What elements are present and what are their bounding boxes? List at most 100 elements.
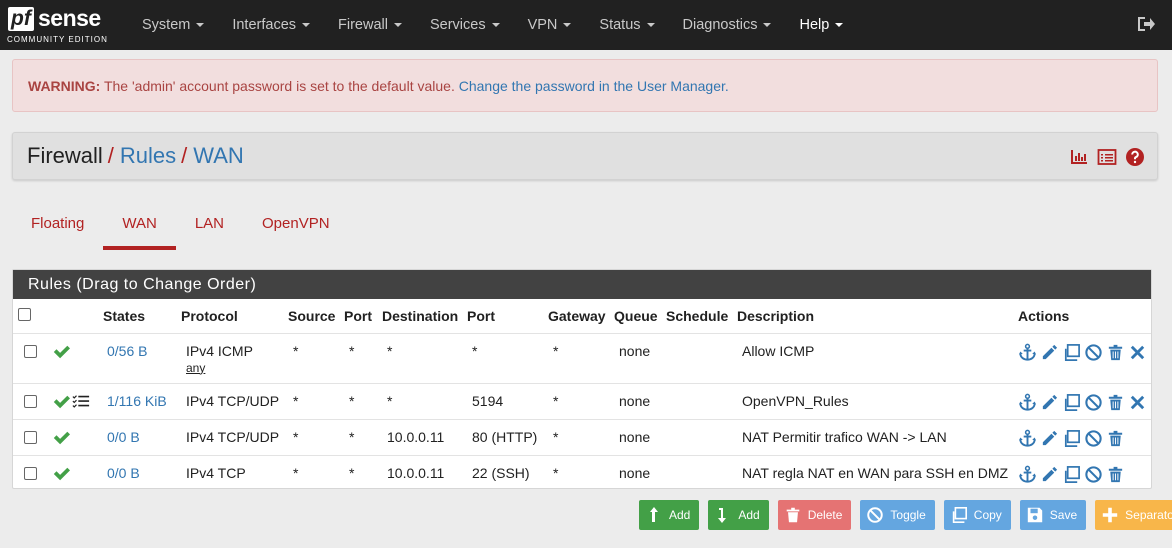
- toggle-button[interactable]: Toggle: [860, 500, 935, 530]
- nav-interfaces[interactable]: Interfaces: [222, 0, 320, 50]
- nav-diagnostics[interactable]: Diagnostics: [673, 0, 782, 50]
- add-rule-top-button[interactable]: Add: [639, 500, 700, 530]
- disable-ban-icon[interactable]: [1084, 393, 1103, 412]
- nav-system[interactable]: System: [132, 0, 214, 50]
- queue-cell: none: [614, 418, 666, 455]
- states-link[interactable]: 0/0 B: [107, 429, 140, 445]
- disable-ban-icon[interactable]: [1084, 465, 1103, 484]
- caret-down-icon: [835, 23, 844, 27]
- anchor-icon[interactable]: [1018, 429, 1037, 448]
- logo-pf: pf: [8, 7, 34, 31]
- delete-trash-icon[interactable]: [1106, 429, 1125, 448]
- col-destination: Destination: [382, 307, 459, 324]
- anchor-icon[interactable]: [1018, 393, 1037, 412]
- panel-title: Rules (Drag to Change Order): [13, 270, 1151, 299]
- anchor-icon[interactable]: [1018, 343, 1037, 362]
- add-rule-bottom-button[interactable]: Add: [708, 500, 769, 530]
- copy-icon[interactable]: [1062, 429, 1081, 448]
- edit-pencil-icon[interactable]: [1040, 393, 1059, 412]
- row-checkbox[interactable]: [24, 430, 37, 444]
- trash-icon: [786, 507, 800, 523]
- col-source: Source: [288, 307, 336, 324]
- tab-openvpn[interactable]: OpenVPN: [243, 205, 349, 246]
- default-password-warning: WARNING: The 'admin' account password is…: [12, 59, 1158, 112]
- caret-down-icon: [302, 23, 311, 27]
- gateway-cell: *: [548, 454, 614, 490]
- tab-floating[interactable]: Floating: [12, 205, 103, 246]
- states-link[interactable]: 0/0 B: [107, 465, 140, 481]
- nav-status[interactable]: Status: [589, 0, 664, 50]
- caret-down-icon: [646, 23, 655, 27]
- breadcrumb-wan[interactable]: WAN: [193, 143, 244, 169]
- tab-lan[interactable]: LAN: [176, 205, 243, 246]
- copy-icon[interactable]: [1062, 393, 1081, 412]
- col-actions: Actions: [1018, 307, 1070, 324]
- help-icon[interactable]: [1125, 147, 1145, 167]
- col-queue: Queue: [614, 307, 658, 324]
- description-cell: OpenVPN_Rules: [737, 382, 1018, 419]
- nav-vpn[interactable]: VPN: [518, 0, 582, 50]
- advanced-options-icon: [72, 394, 90, 408]
- source-cell: *: [288, 418, 344, 455]
- edit-pencil-icon[interactable]: [1040, 429, 1059, 448]
- nav-services[interactable]: Services: [420, 0, 510, 50]
- row-checkbox[interactable]: [24, 394, 37, 408]
- arrow-up-turn-icon: [650, 507, 658, 522]
- caret-down-icon: [491, 23, 500, 27]
- edit-pencil-icon[interactable]: [1040, 465, 1059, 484]
- tab-wan[interactable]: WAN: [103, 205, 177, 250]
- ban-icon: [867, 507, 884, 523]
- rules-panel: Rules (Drag to Change Order) States Prot…: [12, 269, 1152, 490]
- disable-ban-icon[interactable]: [1084, 429, 1103, 448]
- edit-pencil-icon[interactable]: [1040, 343, 1059, 362]
- user-manager-link[interactable]: Change the password in the User Manager.: [459, 78, 729, 94]
- source-port-cell: *: [344, 418, 382, 455]
- bar-chart-icon[interactable]: [1069, 147, 1089, 167]
- source-port-cell: *: [344, 332, 382, 383]
- copy-button[interactable]: Copy: [943, 500, 1011, 530]
- col-states: States: [103, 307, 146, 324]
- delete-trash-icon[interactable]: [1106, 393, 1125, 412]
- delete-times-icon[interactable]: [1128, 393, 1147, 412]
- warning-label: WARNING:: [28, 78, 101, 94]
- nav-help[interactable]: Help: [789, 0, 853, 50]
- breadcrumb-rules[interactable]: Rules: [120, 143, 176, 169]
- col-schedule: Schedule: [666, 307, 729, 324]
- interface-tabs: Floating WAN LAN OpenVPN: [12, 205, 349, 250]
- logout-icon[interactable]: [1136, 14, 1156, 34]
- delete-times-icon[interactable]: [1128, 343, 1147, 362]
- row-checkbox[interactable]: [24, 344, 37, 358]
- table-row[interactable]: 0/0 B IPv4 TCP * * 10.0.0.11 22 (SSH) * …: [13, 454, 1151, 490]
- row-checkbox[interactable]: [24, 466, 37, 480]
- delete-trash-icon[interactable]: [1106, 343, 1125, 362]
- dest-port-cell: *: [467, 332, 548, 383]
- pfsense-logo[interactable]: pf sense COMMUNITY EDITION: [0, 0, 122, 50]
- copy-icon[interactable]: [1062, 465, 1081, 484]
- source-cell: *: [288, 382, 344, 419]
- select-all-checkbox[interactable]: [18, 307, 31, 321]
- delete-button[interactable]: Delete: [777, 500, 852, 530]
- icmp-type-link[interactable]: any: [186, 361, 288, 375]
- anchor-icon[interactable]: [1018, 465, 1037, 484]
- pass-check-icon: [51, 393, 71, 411]
- schedule-cell: [666, 454, 737, 490]
- log-list-icon[interactable]: [1097, 147, 1117, 167]
- save-button[interactable]: Save: [1019, 500, 1087, 530]
- table-row[interactable]: 0/0 B IPv4 TCP/UDP * * 10.0.0.11 80 (HTT…: [13, 418, 1151, 455]
- separator-button[interactable]: Separator: [1095, 500, 1172, 530]
- table-row[interactable]: 1/116 KiB IPv4 TCP/UDP * * * 5194 * none…: [13, 382, 1151, 419]
- disable-ban-icon[interactable]: [1084, 343, 1103, 362]
- nav-firewall[interactable]: Firewall: [328, 0, 412, 50]
- delete-trash-icon[interactable]: [1106, 465, 1125, 484]
- col-protocol: Protocol: [181, 307, 238, 324]
- queue-cell: none: [614, 382, 666, 419]
- states-link[interactable]: 0/56 B: [107, 343, 147, 359]
- warning-text: The 'admin' account password is set to t…: [103, 78, 455, 94]
- copy-icon[interactable]: [1062, 343, 1081, 362]
- destination-cell: 10.0.0.11: [382, 454, 467, 490]
- logo-edition: COMMUNITY EDITION: [7, 35, 108, 44]
- states-link[interactable]: 1/116 KiB: [107, 393, 167, 409]
- col-dest-port: Port: [467, 307, 495, 324]
- rule-action-buttons: Add Add Delete Toggle Copy Save Separato…: [639, 500, 1172, 530]
- table-row[interactable]: 0/56 B IPv4 ICMP any * * * * * none Allow…: [13, 332, 1151, 383]
